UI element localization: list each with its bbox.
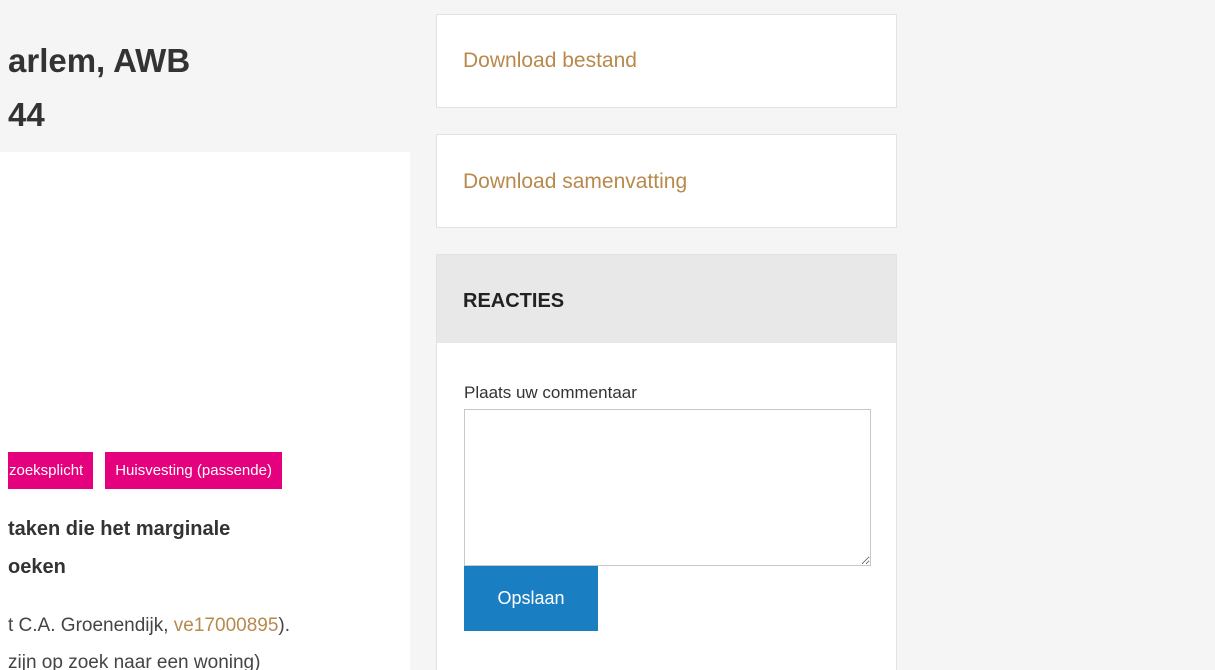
article-body: zoeksplicht Huisvesting (passende) taken…	[0, 152, 410, 670]
article-title: arlem, AWB 44	[8, 42, 191, 133]
page: arlem, AWB 44 zoeksplicht Huisvesting (p…	[0, 0, 1215, 670]
summary-text-prefix: t C.A. Groenendijk,	[8, 615, 174, 636]
reacties-panel: REACTIES Plaats uw commentaar Opslaan	[436, 254, 897, 670]
save-button[interactable]: Opslaan	[464, 566, 598, 631]
comment-label: Plaats uw commentaar	[464, 383, 637, 402]
tag-list: zoeksplicht Huisvesting (passende)	[8, 452, 282, 489]
tag-zoeksplicht[interactable]: zoeksplicht	[8, 452, 94, 489]
download-file-panel: Download bestand	[436, 14, 897, 108]
summary-title: taken die het marginale oeken	[8, 518, 231, 578]
download-summary-panel: Download samenvatting	[436, 134, 897, 228]
reacties-heading: REACTIES	[437, 255, 896, 343]
tag-huisvesting[interactable]: Huisvesting (passende)	[105, 452, 282, 489]
summary-text-suffix: ).	[278, 615, 291, 636]
download-file-link[interactable]: Download bestand	[463, 49, 637, 73]
summary-text: t C.A. Groenendijk, ve17000895). zijn op…	[8, 607, 408, 670]
case-number-link[interactable]: ve17000895	[174, 615, 279, 636]
download-summary-link[interactable]: Download samenvatting	[463, 170, 687, 194]
summary-text-line2: zijn op zoek naar een woning)	[8, 652, 261, 670]
comment-textarea[interactable]	[464, 409, 871, 566]
